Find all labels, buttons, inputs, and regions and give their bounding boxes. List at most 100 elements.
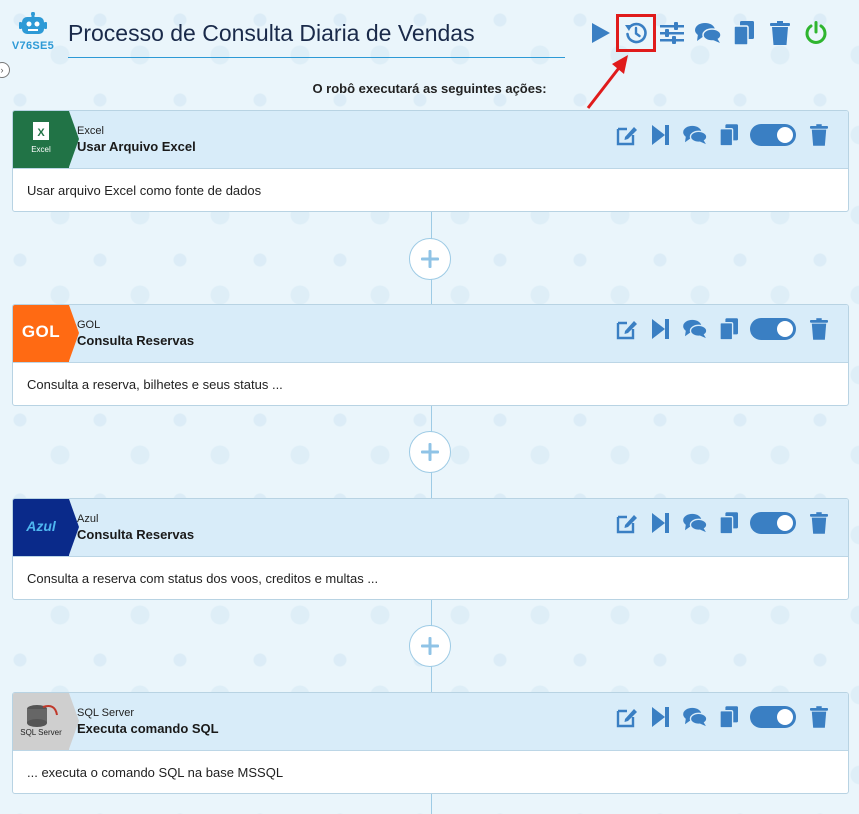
step-comments-button[interactable] [678,510,712,536]
robot-code: V76SE5 [11,40,55,52]
title-underline [68,57,565,58]
play-icon [592,23,610,43]
step-name: Consulta Reservas [77,527,195,542]
step-category: SQL Server [77,707,135,719]
comments-icon [683,513,707,533]
step-actions [610,510,836,536]
edit-step-button[interactable] [610,316,644,342]
step-card-azul: Azul Azul Consulta Reservas Consulta a r… [12,498,849,600]
database-icon [27,705,58,727]
delete-step-button[interactable] [802,122,836,148]
step-category: Excel [77,125,104,137]
step-enabled-toggle[interactable] [750,318,796,340]
history-button[interactable] [616,14,656,52]
edit-icon [616,709,637,728]
step-description: ... executa o comando SQL na base MSSQL [27,765,284,780]
copy-icon [720,512,738,534]
copy-icon [720,124,738,146]
step-forward-icon [652,319,669,339]
edit-icon [616,515,637,534]
step-enabled-toggle[interactable] [750,124,796,146]
edit-icon [616,321,637,340]
step-header: X Excel Excel Usar Arquivo Excel [13,111,848,169]
step-logo-text: Azul [26,518,56,534]
delete-button[interactable] [762,16,798,50]
robot-icon [19,12,47,34]
comments-icon [683,125,707,145]
step-enabled-toggle[interactable] [750,706,796,728]
step-category: GOL [77,319,101,331]
step-header: SQL Server SQL Server Executa comando SQ… [13,693,848,751]
step-name: Executa comando SQL [77,721,219,736]
power-icon [805,21,827,44]
comments-button[interactable] [690,16,726,50]
plus-icon [421,637,439,655]
step-comments-button[interactable] [678,316,712,342]
delete-step-button[interactable] [802,316,836,342]
step-description: Consulta a reserva com status dos voos, … [27,571,379,586]
run-step-button[interactable] [644,704,678,730]
step-logo-text: GOL [21,322,61,341]
plus-icon [421,443,439,461]
edit-step-button[interactable] [610,510,644,536]
step-description: Consulta a reserva, bilhetes e seus stat… [27,377,283,392]
run-step-button[interactable] [644,316,678,342]
step-card-sqlserver: SQL Server SQL Server Executa comando SQ… [12,692,849,794]
step-comments-button[interactable] [678,704,712,730]
azul-logo: Azul [13,499,69,556]
run-step-button[interactable] [644,122,678,148]
copy-icon [734,21,754,45]
delete-step-button[interactable] [802,510,836,536]
copy-step-button[interactable] [712,316,746,342]
step-header: GOL GOL Consulta Reservas [13,305,848,363]
delete-step-button[interactable] [802,704,836,730]
step-category: Azul [77,513,99,525]
excel-icon: X [33,122,49,140]
step-comments-button[interactable] [678,122,712,148]
copy-step-button[interactable] [712,704,746,730]
step-card-gol: GOL GOL Consulta Reservas Consulta a res… [12,304,849,406]
excel-logo: X Excel [13,111,69,168]
gol-logo: GOL [13,305,69,362]
step-logo-text: SQL Server [20,728,62,737]
add-step-button[interactable] [409,238,451,280]
edit-step-button[interactable] [610,704,644,730]
add-step-button[interactable] [409,431,451,473]
trash-icon [770,21,790,45]
power-button[interactable] [798,16,834,50]
connector-line [431,794,432,814]
robot-badge: V76SE5 [10,12,56,52]
header-toolbar [582,14,834,52]
actions-subtitle: O robô executará as seguintes ações: [312,81,547,96]
add-step-button[interactable] [409,625,451,667]
copy-button[interactable] [726,16,762,50]
edit-icon [616,127,637,146]
sqlserver-logo: SQL Server [13,693,69,750]
trash-icon [810,318,828,340]
trash-icon [810,124,828,146]
copy-step-button[interactable] [712,510,746,536]
edit-step-button[interactable] [610,122,644,148]
run-step-button[interactable] [644,510,678,536]
plus-icon [421,250,439,268]
step-header: Azul Azul Consulta Reservas [13,499,848,557]
step-name: Consulta Reservas [77,333,195,348]
step-actions [610,122,836,148]
step-logo-text: Excel [31,145,51,154]
copy-step-button[interactable] [712,122,746,148]
trash-icon [810,706,828,728]
settings-button[interactable] [654,16,690,50]
copy-icon [720,706,738,728]
step-forward-icon [652,513,669,533]
run-button[interactable] [582,16,618,50]
step-forward-icon [652,125,669,145]
trash-icon [810,512,828,534]
comments-icon [695,23,721,43]
step-forward-icon [652,707,669,727]
step-actions [610,316,836,342]
comments-icon [683,319,707,339]
history-icon [625,22,647,44]
settings-sliders-icon [660,22,684,44]
step-enabled-toggle[interactable] [750,512,796,534]
comments-icon [683,707,707,727]
